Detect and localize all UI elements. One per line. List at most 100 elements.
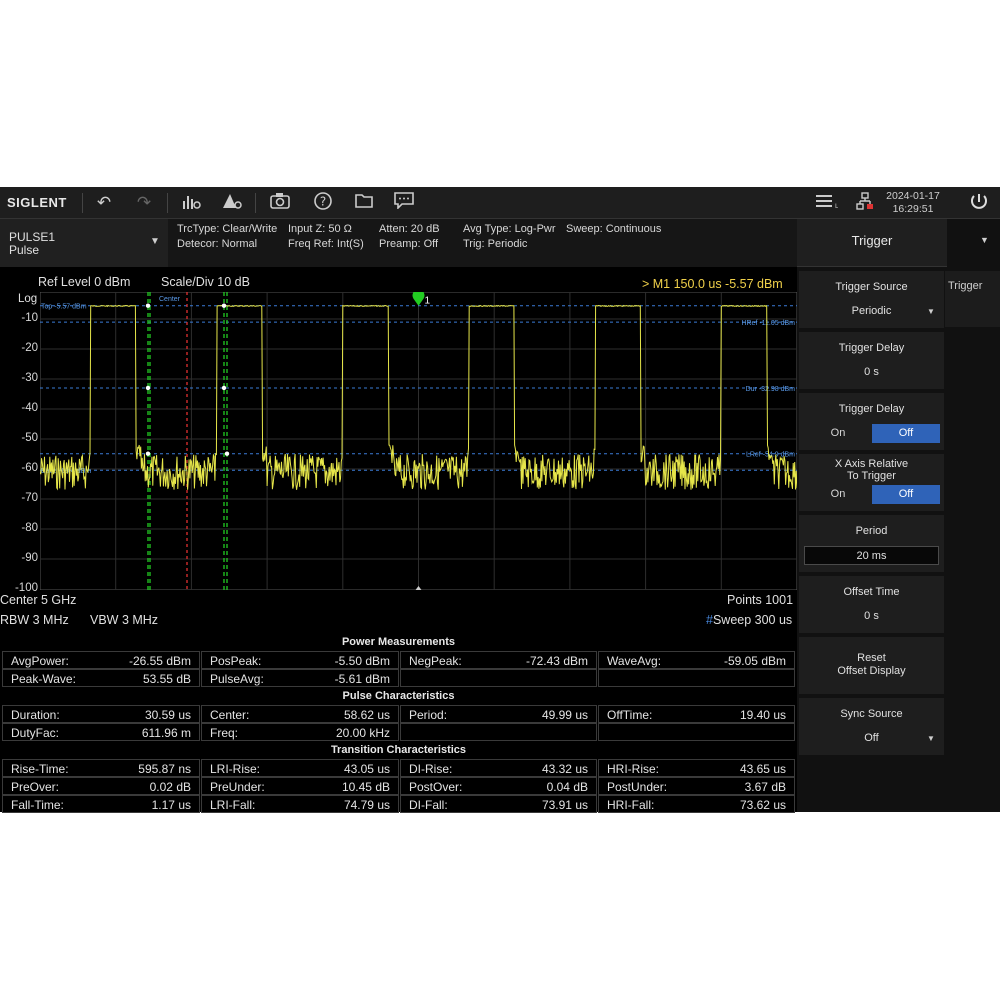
points: Points 1001: [727, 593, 794, 607]
offset-time-label: Offset Time: [843, 586, 900, 598]
transition-cell: PostOver: 0.04 dB: [400, 777, 597, 795]
measurement-value: 74.79 us: [343, 798, 390, 812]
panel-title[interactable]: Trigger ▼: [797, 219, 989, 267]
measurement-label: PostOver:: [409, 780, 463, 794]
y-tick-label: -90: [21, 552, 38, 564]
measurement-label: Peak-Wave:: [11, 672, 76, 686]
trace-mode: Pulse: [9, 243, 40, 257]
power-cell: PosPeak: -5.50 dBm: [201, 651, 399, 669]
log-label: Log: [18, 293, 38, 305]
x-axis-relative-label2: To Trigger: [847, 470, 896, 482]
y-tick-label: -20: [21, 342, 38, 354]
trace-selector[interactable]: PULSE1 Pulse ▼: [0, 219, 168, 267]
tab-trigger[interactable]: Trigger: [945, 271, 1000, 327]
power-cell: NegPeak: -72.43 dBm: [400, 651, 597, 669]
undo-icon[interactable]: ↶: [91, 191, 117, 215]
auto-tune-icon[interactable]: [178, 191, 204, 215]
trigger-delay-field: 0 s: [864, 366, 879, 378]
scale-div: Scale/Div 10 dB: [161, 275, 250, 289]
center-frequency: Center 5 GHz: [0, 593, 77, 607]
x-axis-relative-on[interactable]: On: [804, 485, 872, 504]
folder-icon[interactable]: [351, 191, 377, 215]
measurement-label: Fall-Time:: [11, 798, 64, 812]
cursor-point: [224, 451, 230, 456]
sweep-time-value: Sweep 300 us: [712, 613, 793, 627]
trig-mode: Trig: Periodic: [463, 238, 528, 250]
power-cell: WaveAvg: -59.05 dBm: [598, 651, 795, 669]
x-axis-relative-off[interactable]: Off: [872, 485, 940, 504]
measurement-label: OffTime:: [607, 708, 653, 722]
sync-source[interactable]: Sync Source Off ▼: [799, 698, 944, 755]
marker-readout: > M1 150.0 us -5.57 dBm: [642, 277, 783, 291]
vbw: VBW 3 MHz: [90, 613, 159, 627]
power-reset-icon[interactable]: [966, 191, 992, 215]
camera-icon[interactable]: [267, 191, 293, 215]
detector: Detecor: Normal: [177, 238, 258, 250]
transition-cell: DI-Rise: 43.32 us: [400, 759, 597, 777]
trigger-delay-value[interactable]: Trigger Delay 0 s: [799, 332, 944, 389]
transition-cell: HRI-Fall: 73.62 us: [598, 795, 795, 813]
power-cell: [400, 669, 597, 687]
svg-text:L: L: [835, 203, 838, 210]
transition-cell: Fall-Time: 1.17 us: [2, 795, 200, 813]
redo-icon[interactable]: ↷: [131, 191, 157, 215]
chevron-down-icon: ▼: [150, 236, 160, 247]
measurement-value: 20.00 kHz: [335, 726, 390, 740]
transition-characteristics-title: Transition Characteristics: [330, 744, 467, 756]
rbw: RBW 3 MHz: [0, 613, 69, 627]
transition-cell: PreOver: 0.02 dB: [2, 777, 200, 795]
svg-text:?: ?: [320, 195, 326, 209]
measurement-value: 43.32 us: [541, 762, 588, 776]
info-bar: PULSE1 Pulse ▼ TrcType: Clear/Write Dete…: [0, 219, 797, 267]
cursor-point: [145, 303, 151, 308]
trigger-delay-off[interactable]: Off: [872, 424, 940, 443]
measurement-label: DI-Rise:: [409, 762, 453, 776]
measurement-label: AvgPower:: [11, 654, 69, 668]
trigger-delay-switch: On Off: [804, 424, 940, 443]
power-cell: [598, 669, 795, 687]
network-icon[interactable]: [852, 191, 878, 215]
offset-time[interactable]: Offset Time 0 s: [799, 576, 944, 633]
center-label: Center: [159, 296, 181, 303]
measurement-label: WaveAvg:: [607, 654, 662, 668]
reference-line-label: Top -5.57 dBm: [41, 304, 87, 311]
power-measurements-title: Power Measurements: [341, 636, 456, 648]
measurement-label: PostUnder:: [607, 780, 668, 794]
trigger-delay-on[interactable]: On: [804, 424, 872, 443]
cursor-point: [145, 451, 151, 456]
measurement-value: 0.02 dB: [149, 780, 191, 794]
pulse-cell: [598, 723, 795, 741]
measurement-label: LRI-Fall:: [210, 798, 256, 812]
input-z: Input Z: 50 Ω: [288, 223, 352, 235]
measurement-value: -72.43 dBm: [525, 654, 588, 668]
measurement-value: -5.61 dBm: [334, 672, 390, 686]
sweep-hash: #: [706, 613, 713, 627]
period-label: Period: [855, 525, 888, 537]
measurement-value: 595.87 ns: [138, 762, 191, 776]
trace-plot[interactable]: Top -5.57 dBm HRef -11.05 dBm Dur -32.98 d…: [40, 292, 797, 590]
measurement-label: PreOver:: [11, 780, 60, 794]
period[interactable]: Period 20 ms: [799, 515, 944, 572]
transition-cell: LRI-Fall: 74.79 us: [201, 795, 399, 813]
trigger-source[interactable]: Trigger Source Periodic ▼: [799, 271, 944, 328]
cursor-point: [145, 385, 151, 391]
transition-cell: Rise-Time: 595.87 ns: [2, 759, 200, 777]
y-tick-label: -10: [21, 312, 38, 324]
measurement-value: 10.45 dB: [341, 780, 390, 794]
message-icon[interactable]: [391, 191, 417, 215]
date: 2024-01-17: [886, 190, 940, 202]
toolbar-divider: [82, 193, 83, 213]
ref-level: Ref Level 0 dBm: [38, 275, 131, 289]
peak-search-icon[interactable]: [219, 191, 245, 215]
toolbar: SIGLENT ↶ ↷ ? L 2024-01-17 16:29:51: [0, 187, 1000, 219]
time: 16:29:51: [892, 203, 934, 215]
trigger-panel: Trigger ▼ Trigger Trigger Source Periodi…: [797, 219, 1000, 812]
measurement-value: 53.55 dB: [142, 672, 191, 686]
pulse-characteristics-title: Pulse Characteristics: [342, 690, 455, 702]
reference-line-label: HRef -11.05 dBm: [741, 320, 795, 327]
reset-offset-display-button[interactable]: Reset Offset Display: [799, 637, 944, 694]
menu-list-icon[interactable]: L: [813, 191, 839, 215]
y-tick-label: -70: [21, 492, 38, 504]
help-icon[interactable]: ?: [310, 191, 336, 215]
period-input[interactable]: 20 ms: [804, 546, 939, 565]
